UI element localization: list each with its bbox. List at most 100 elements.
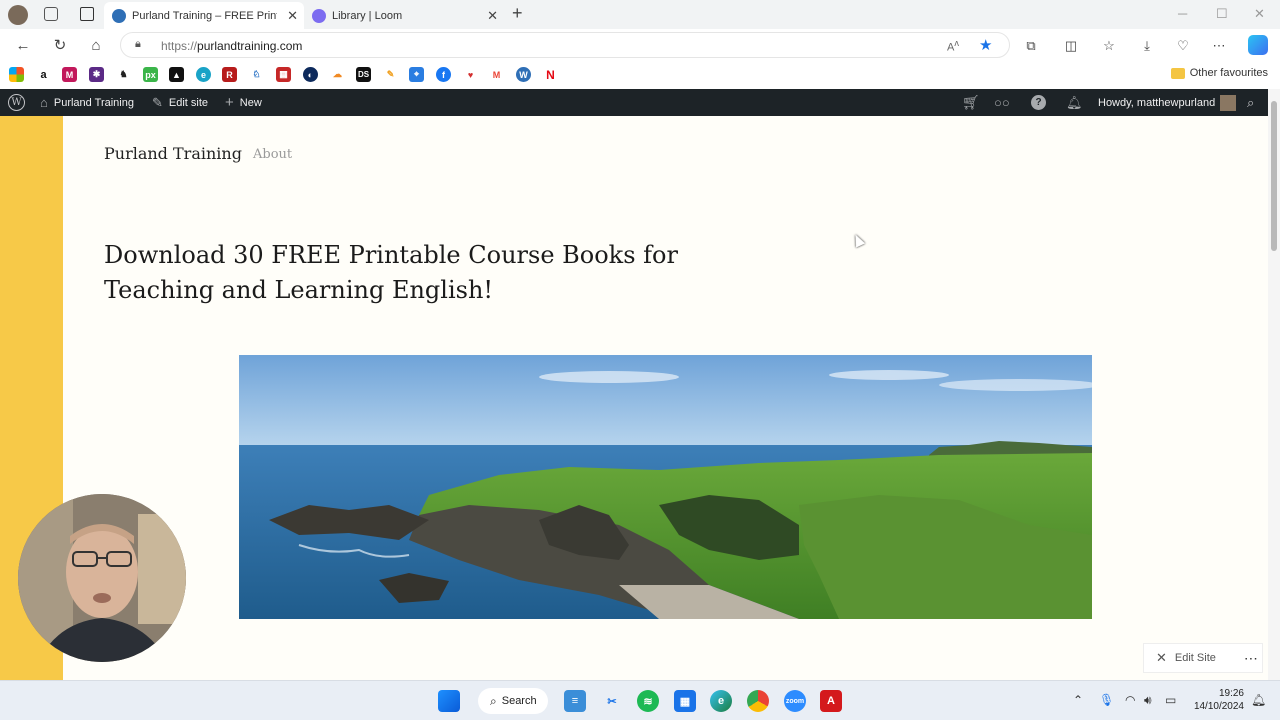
volume-icon[interactable]: 🔊︎	[1144, 693, 1152, 708]
workspaces-icon[interactable]	[44, 7, 58, 21]
more-options-icon[interactable]: ⋯	[1244, 650, 1258, 667]
admin-site-name[interactable]: ⌂ Purland Training	[40, 89, 134, 116]
tools-icon: ✕	[1156, 650, 1167, 665]
spotify-icon[interactable]: ≋	[637, 690, 659, 712]
profile-avatar[interactable]	[8, 5, 28, 25]
admin-account[interactable]: Howdy, matthewpurland	[1098, 89, 1237, 116]
wp-admin-bar: W ⌂ Purland Training ✎ Edit site + New 🛒…	[0, 89, 1280, 116]
notification-center-icon[interactable]: 🔔︎	[1251, 693, 1266, 707]
bookmark-icon-18[interactable]: ♥	[463, 67, 478, 82]
close-icon[interactable]: ✕	[287, 8, 298, 24]
snipping-tool-icon[interactable]: ✂	[601, 690, 623, 712]
other-favourites-label: Other favourites	[1189, 67, 1268, 79]
tab-purland-training[interactable]: Purland Training – FREE Printable ✕	[104, 2, 304, 29]
zoom-icon[interactable]: zoom	[784, 690, 806, 712]
bookmark-icon-4[interactable]: ✱	[89, 67, 104, 82]
downloads-icon[interactable]: ⤓	[1138, 37, 1156, 55]
wordpress-bookmark-icon[interactable]: W	[516, 67, 531, 82]
battery-icon[interactable]: ▭	[1165, 693, 1176, 707]
brush-icon: ✎	[152, 94, 163, 110]
bookmark-icon-15[interactable]: ✎	[383, 67, 398, 82]
glasses-icon[interactable]: ○○	[994, 89, 1010, 116]
folder-icon	[1170, 67, 1185, 79]
scrollbar-thumb[interactable]	[1271, 101, 1277, 251]
page-headline: Download 30 FREE Printable Course Books …	[104, 241, 678, 304]
bookmark-icon-10[interactable]: ♘	[249, 67, 264, 82]
bookmark-icon-14[interactable]: DS	[356, 67, 371, 82]
other-favourites-folder[interactable]: Other favourites	[1170, 67, 1268, 79]
amazon-bookmark-icon[interactable]: a	[36, 67, 51, 82]
tab-library-loom[interactable]: Library | Loom ✕	[304, 2, 504, 29]
coastal-cliffs-image	[239, 355, 1092, 619]
taskbar-search[interactable]: ⌕ Search	[478, 688, 548, 714]
bookmarks-bar: a M ✱ ♞ px ▲ e R ♘ ▦ ◐ ☁ DS ✎ ⌖ f ♥ M W …	[0, 61, 1280, 89]
bookmark-icon-16[interactable]: ⌖	[409, 67, 424, 82]
split-screen-icon[interactable]: ◫	[1062, 37, 1080, 55]
cart-icon[interactable]: 🛒︎	[962, 89, 980, 116]
microphone-icon[interactable]: 🎙︎	[1099, 693, 1114, 707]
browser-tab-bar: Purland Training – FREE Printable ✕ Libr…	[0, 0, 1280, 29]
tab-title: Purland Training – FREE Printable	[132, 9, 277, 22]
chrome-icon[interactable]	[747, 690, 769, 712]
url-host: purlandtraining.com	[197, 39, 303, 53]
taskbar-clock[interactable]: 19:26 14/10/2024	[1194, 687, 1244, 713]
mouse-cursor	[850, 232, 866, 248]
close-window-icon[interactable]: ✕	[1254, 6, 1265, 22]
address-bar[interactable]: 🔒︎ https://purlandtraining.com Aʌ ★	[120, 32, 1010, 58]
nav-link-about[interactable]: About	[253, 147, 292, 162]
minimize-icon[interactable]: ─	[1178, 6, 1187, 21]
site-page: Purland Training About Download 30 FREE …	[0, 116, 1268, 680]
bookmark-icon-5[interactable]: ♞	[116, 67, 131, 82]
calendar-icon[interactable]: ▦	[674, 690, 696, 712]
refresh-icon[interactable]: ↻	[50, 35, 70, 55]
bookmark-icon-8[interactable]: e	[196, 67, 211, 82]
read-aloud-icon[interactable]: Aʌ	[947, 38, 959, 54]
acrobat-icon[interactable]: A	[820, 690, 842, 712]
bookmark-icon-7[interactable]: ▲	[169, 67, 184, 82]
loom-icon	[312, 8, 326, 23]
admin-search-icon[interactable]: ⌕	[1247, 89, 1254, 116]
gmail-bookmark-icon[interactable]: M	[489, 67, 504, 82]
close-icon[interactable]: ✕	[487, 8, 498, 24]
edge-icon[interactable]: e	[710, 690, 732, 712]
new-tab-button[interactable]: +	[512, 3, 523, 24]
wordpress-icon	[112, 8, 126, 23]
wifi-icon[interactable]: ◠	[1125, 693, 1135, 707]
microsoft-bookmark-icon[interactable]	[9, 67, 24, 82]
admin-edit-site[interactable]: ✎ Edit site	[152, 89, 208, 116]
notifications-bell-icon[interactable]: 🔔︎	[1066, 89, 1083, 116]
home-icon[interactable]: ⌂	[86, 35, 106, 55]
home-icon: ⌂	[40, 95, 48, 110]
page-scrollbar[interactable]	[1268, 89, 1280, 680]
bookmark-icon-11[interactable]: ▦	[276, 67, 291, 82]
wordpress-logo-icon[interactable]: W	[8, 89, 25, 116]
bookmark-icon-12[interactable]: ◐	[303, 67, 318, 82]
start-menu-icon[interactable]	[438, 690, 460, 712]
favorite-star-icon[interactable]: ★	[979, 36, 992, 54]
more-menu-icon[interactable]: ⋯	[1210, 37, 1228, 55]
edit-site-button[interactable]: ✕ Edit Site ⋯	[1143, 643, 1263, 673]
browser-toolbar: ← ↻ ⌂ 🔒︎ https://purlandtraining.com Aʌ …	[0, 29, 1280, 61]
favorites-icon[interactable]: ☆	[1100, 37, 1118, 55]
facebook-bookmark-icon[interactable]: f	[436, 67, 451, 82]
browser-essentials-icon[interactable]: ♡	[1174, 37, 1192, 55]
m-bookmark-icon[interactable]: M	[62, 67, 77, 82]
bookmark-icon-13[interactable]: ☁	[330, 67, 345, 82]
admin-new[interactable]: + New	[225, 89, 262, 116]
back-icon[interactable]: ←	[13, 35, 33, 55]
extensions-icon[interactable]: ⧉	[1022, 37, 1040, 55]
search-icon: ⌕	[490, 693, 497, 708]
bookmark-icon-6[interactable]: px	[143, 67, 158, 82]
copilot-icon[interactable]	[1248, 35, 1268, 55]
bookmark-icon-9[interactable]: R	[222, 67, 237, 82]
maximize-icon[interactable]: ☐	[1216, 6, 1228, 22]
tab-actions-icon[interactable]	[80, 7, 94, 21]
show-hidden-icons-icon[interactable]: ⌃	[1073, 693, 1083, 707]
webcam-overlay	[18, 494, 186, 662]
netflix-bookmark-icon[interactable]: N	[543, 67, 558, 82]
notepad-icon[interactable]: ≡	[564, 690, 586, 712]
new-label: New	[239, 96, 262, 109]
help-icon[interactable]: ?	[1031, 89, 1046, 116]
site-title[interactable]: Purland Training	[104, 144, 242, 163]
url-text[interactable]: https://purlandtraining.com	[161, 39, 302, 53]
